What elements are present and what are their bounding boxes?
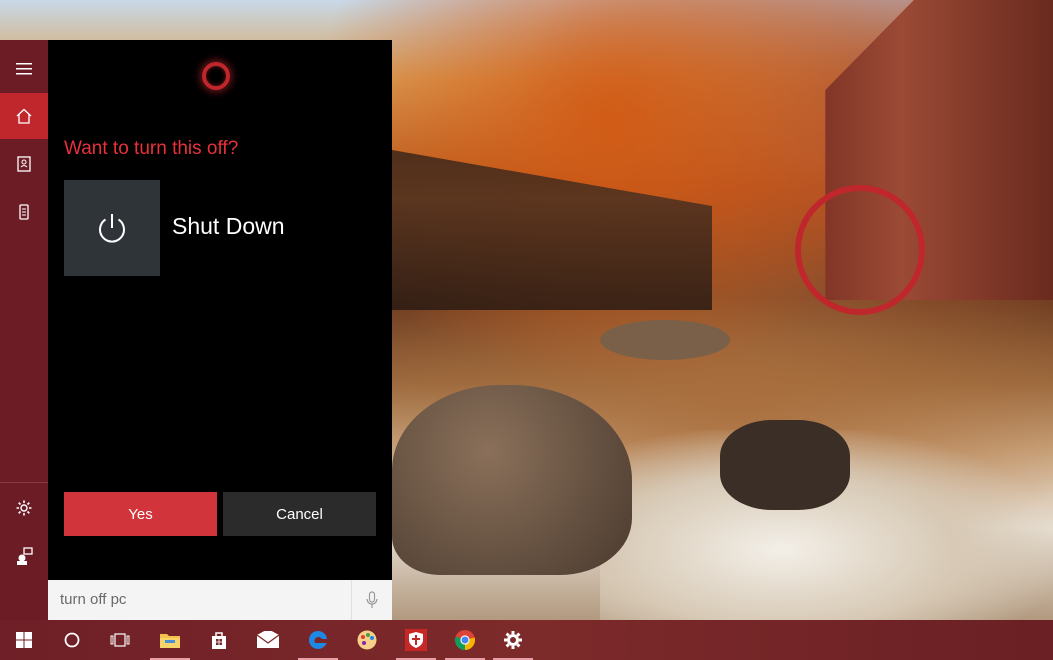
cancel-button[interactable]: Cancel	[223, 492, 376, 536]
shield-icon	[405, 629, 427, 651]
gear-icon	[504, 631, 522, 649]
notebook-icon[interactable]	[0, 141, 48, 187]
chrome-button[interactable]	[441, 620, 489, 660]
edge-icon	[309, 630, 327, 649]
cortana-nav-rail	[0, 40, 48, 620]
wallpaper-waterwheel	[795, 185, 925, 315]
taskbar	[0, 620, 1053, 660]
wallpaper-rock	[720, 420, 850, 510]
file-explorer-button[interactable]	[146, 620, 194, 660]
store-button[interactable]	[195, 620, 243, 660]
chrome-icon	[454, 630, 476, 651]
shutdown-tile[interactable]	[64, 180, 160, 276]
wallpaper-rock	[600, 320, 730, 360]
yes-button[interactable]: Yes	[64, 492, 217, 536]
shutdown-label: Shut Down	[172, 213, 285, 239]
security-button[interactable]	[392, 620, 440, 660]
circle-icon	[64, 632, 80, 648]
microphone-icon[interactable]	[351, 580, 392, 620]
confirmation-question: Want to turn this off?	[64, 138, 239, 159]
power-icon	[99, 214, 125, 243]
windows-logo-icon	[16, 632, 32, 648]
wallpaper-bridge	[392, 150, 712, 310]
folder-icon	[160, 634, 180, 648]
mail-button[interactable]	[244, 620, 292, 660]
feedback-icon[interactable]	[0, 533, 48, 579]
menu-icon[interactable]	[0, 46, 48, 92]
rail-divider	[0, 482, 48, 483]
home-icon[interactable]	[0, 93, 48, 139]
store-bag-icon	[212, 632, 226, 649]
cortana-panel: Want to turn this off? Shut Down Yes Can…	[48, 40, 392, 580]
cortana-search-box[interactable]: turn off pc	[48, 580, 392, 620]
task-view-button[interactable]	[96, 620, 144, 660]
palette-icon	[357, 630, 377, 650]
task-view-icon	[110, 633, 130, 647]
cortana-ring-icon	[202, 62, 230, 90]
mail-icon	[256, 631, 280, 648]
wallpaper-rock	[392, 385, 632, 575]
edge-button[interactable]	[294, 620, 342, 660]
device-icon[interactable]	[0, 189, 48, 235]
paint-button[interactable]	[343, 620, 391, 660]
settings-icon[interactable]	[0, 485, 48, 531]
search-input[interactable]: turn off pc	[60, 591, 126, 608]
cortana-button[interactable]	[48, 620, 96, 660]
start-button[interactable]	[0, 620, 48, 660]
settings-app-button[interactable]	[489, 620, 537, 660]
